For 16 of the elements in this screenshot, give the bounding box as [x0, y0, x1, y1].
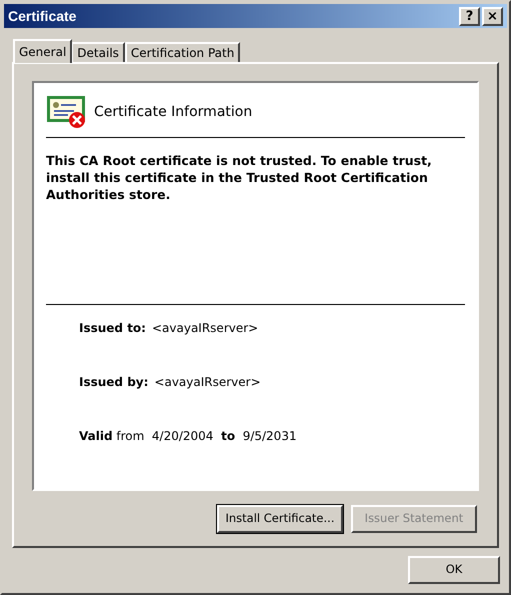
tab[interactable]: Details — [71, 42, 125, 62]
field-label: Issued by: — [79, 374, 148, 391]
certificate-error-icon — [46, 95, 86, 129]
trust-message: This CA Root certificate is not trusted. To enable trust, install this certificate in the Trusted Root Certification Authorities store. — [46, 152, 433, 203]
info-heading: Certificate Information — [94, 102, 252, 122]
dialog-button[interactable]: Install Certificate... — [217, 505, 343, 533]
tab[interactable]: General — [13, 39, 72, 63]
tab[interactable]: Certification Path — [124, 42, 240, 62]
field-value: <avayaIRserver> — [154, 374, 261, 391]
dialog-button[interactable]: OK — [408, 556, 500, 584]
field-label: Issued to: — [79, 320, 146, 337]
help-button[interactable]: ? — [459, 6, 480, 26]
window-title: Certificate — [8, 6, 76, 26]
field-value: <avayaIRserver> — [152, 320, 258, 337]
close-button[interactable]: × — [482, 6, 503, 26]
validity-period: Valid from 4/20/2004 to 9/5/2031 — [79, 428, 298, 445]
